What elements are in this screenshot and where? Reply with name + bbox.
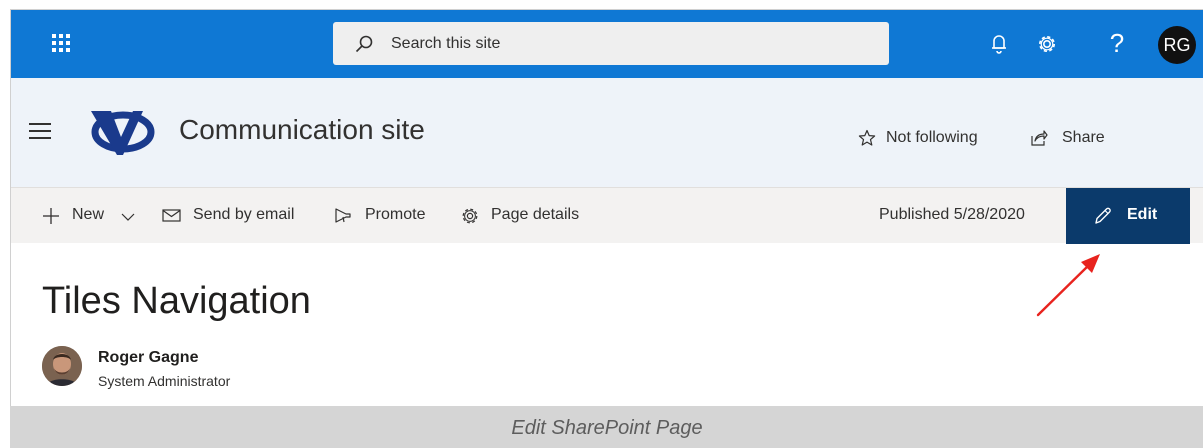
caption-bar: Edit SharePoint Page (10, 406, 1203, 448)
pencil-icon (1095, 207, 1111, 224)
app-launcher-icon[interactable] (49, 31, 73, 55)
hamburger-menu-icon[interactable] (29, 123, 51, 139)
mail-icon (162, 209, 181, 222)
search-box[interactable]: Search this site (333, 22, 889, 65)
gear-icon[interactable] (1033, 30, 1061, 58)
bell-icon[interactable] (985, 30, 1013, 58)
site-logo[interactable] (83, 107, 155, 157)
page-details-button[interactable]: Page details (460, 205, 600, 227)
promote-label: Promote (365, 206, 426, 223)
red-arrow-annotation (1036, 254, 1100, 317)
site-header: Communication site Not following Share (11, 78, 1203, 187)
send-by-email-button[interactable]: Send by email (162, 205, 318, 227)
sharepoint-page-screenshot: Search this site ? RG Communication site (10, 9, 1203, 406)
new-label: New (72, 206, 105, 223)
caption-text: Edit SharePoint Page (511, 417, 703, 439)
settings-gear-icon (462, 208, 478, 224)
share-icon (1031, 130, 1048, 146)
search-icon (355, 35, 373, 53)
share-label: Share (1062, 129, 1105, 146)
suite-bar: Search this site ? RG (11, 10, 1203, 78)
author-role: System Administrator (98, 373, 231, 389)
promote-button[interactable]: Promote (332, 205, 442, 227)
star-icon (858, 129, 876, 146)
search-placeholder: Search this site (391, 35, 501, 52)
chevron-down-icon (121, 213, 135, 221)
page-title: Tiles Navigation (42, 280, 311, 322)
user-avatar[interactable]: RG (1158, 26, 1196, 64)
send-by-email-label: Send by email (193, 206, 295, 223)
follow-label: Not following (886, 129, 978, 146)
author-avatar[interactable] (42, 346, 82, 386)
author-name[interactable]: Roger Gagne (98, 349, 198, 367)
page-details-label: Page details (491, 206, 580, 223)
site-title[interactable]: Communication site (179, 114, 425, 146)
edit-label: Edit (1127, 206, 1158, 223)
command-bar: New Send by email Promote Page details P… (11, 187, 1203, 244)
follow-button[interactable]: Not following (858, 128, 1008, 150)
new-button[interactable]: New (42, 205, 147, 227)
author-photo (42, 346, 82, 386)
share-button[interactable]: Share (1030, 128, 1120, 150)
plus-icon (43, 208, 59, 224)
megaphone-icon (335, 208, 351, 223)
edit-button[interactable]: Edit (1066, 188, 1190, 244)
published-status: Published 5/28/2020 (879, 206, 1025, 223)
help-icon[interactable]: ? (1105, 25, 1129, 61)
